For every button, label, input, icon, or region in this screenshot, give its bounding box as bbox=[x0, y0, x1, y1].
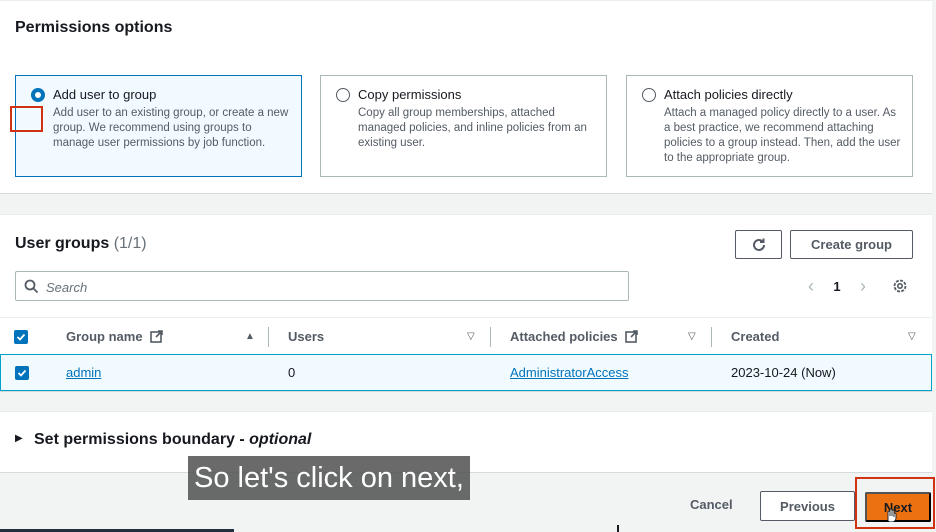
user-groups-title: User groups (1/1) bbox=[15, 235, 147, 253]
select-all-highlight-box bbox=[10, 106, 43, 132]
column-label: Attached policies bbox=[510, 329, 618, 344]
users-count: 0 bbox=[288, 365, 296, 380]
column-divider bbox=[490, 327, 491, 347]
user-groups-title-text: User groups bbox=[15, 235, 110, 252]
sort-icon[interactable]: ▽ bbox=[908, 318, 916, 356]
search-box[interactable] bbox=[15, 271, 629, 301]
select-all-checkbox[interactable] bbox=[14, 330, 28, 344]
option-label: Copy permissions bbox=[358, 87, 462, 102]
option-label: Add user to group bbox=[53, 87, 157, 102]
hand-cursor-icon bbox=[887, 508, 897, 522]
video-caption: So let's click on next, bbox=[188, 456, 470, 500]
chevron-right-icon[interactable]: › bbox=[855, 276, 871, 297]
sort-icon[interactable]: ▽ bbox=[467, 318, 475, 356]
search-icon bbox=[24, 279, 39, 294]
attached-policy-link[interactable]: AdministratorAccess bbox=[510, 355, 628, 390]
chevron-left-icon[interactable]: ‹ bbox=[803, 276, 819, 297]
optional-label: optional bbox=[249, 431, 312, 448]
table-header: Group name ▲ Users ▽ Attached policies ▽… bbox=[0, 317, 932, 355]
refresh-icon bbox=[752, 238, 765, 251]
sort-icon[interactable]: ▽ bbox=[688, 318, 696, 356]
group-name-link[interactable]: admin bbox=[66, 355, 101, 390]
check-icon bbox=[17, 369, 27, 377]
create-group-button[interactable]: Create group bbox=[790, 230, 913, 259]
boundary-title-text: Set permissions boundary - bbox=[34, 431, 250, 448]
caret-right-icon[interactable]: ▶ bbox=[15, 433, 23, 444]
external-link-icon bbox=[150, 330, 164, 343]
option-description: Copy all group memberships, attached man… bbox=[358, 107, 587, 149]
row-checkbox[interactable] bbox=[15, 366, 29, 380]
column-divider bbox=[268, 327, 269, 347]
user-groups-count: (1/1) bbox=[113, 235, 147, 252]
permissions-options-title: Permissions options bbox=[15, 19, 173, 36]
option-copy-permissions[interactable]: Copy permissions Copy all group membersh… bbox=[320, 75, 607, 177]
permissions-boundary-title[interactable]: Set permissions boundary - optional bbox=[34, 431, 311, 449]
search-input[interactable] bbox=[46, 278, 616, 296]
created-date: 2023-10-24 (Now) bbox=[731, 365, 836, 380]
column-header-created[interactable]: Created bbox=[731, 318, 779, 356]
column-divider bbox=[711, 327, 712, 347]
permissions-options-panel: Permissions options Add user to group Ad… bbox=[0, 0, 932, 194]
check-icon bbox=[16, 333, 26, 341]
radio-attach-policies-directly[interactable] bbox=[642, 88, 656, 102]
table-row[interactable]: admin 0 AdministratorAccess 2023-10-24 (… bbox=[0, 354, 932, 391]
column-header-attached-policies[interactable]: Attached policies bbox=[510, 318, 639, 356]
gear-icon[interactable] bbox=[891, 277, 909, 295]
pagination: ‹ 1 › bbox=[803, 275, 871, 297]
external-link-icon bbox=[625, 330, 639, 343]
option-add-user-to-group[interactable]: Add user to group Add user to an existin… bbox=[15, 75, 302, 177]
option-description: Add user to an existing group, or create… bbox=[53, 107, 289, 149]
column-header-users[interactable]: Users bbox=[288, 318, 324, 356]
column-label: Group name bbox=[66, 329, 143, 344]
column-header-group-name[interactable]: Group name bbox=[66, 318, 164, 356]
previous-button[interactable]: Previous bbox=[760, 491, 855, 521]
sort-ascending-icon[interactable]: ▲ bbox=[245, 318, 255, 356]
next-button[interactable]: Next bbox=[865, 492, 931, 522]
option-label: Attach policies directly bbox=[664, 87, 793, 102]
radio-add-user-to-group[interactable] bbox=[31, 88, 45, 102]
page-number[interactable]: 1 bbox=[819, 279, 855, 294]
radio-copy-permissions[interactable] bbox=[336, 88, 350, 102]
option-attach-policies-directly[interactable]: Attach policies directly Attach a manage… bbox=[626, 75, 913, 177]
cancel-button[interactable]: Cancel bbox=[690, 497, 733, 512]
scrub-marker bbox=[617, 525, 619, 532]
option-description: Attach a managed policy directly to a us… bbox=[664, 107, 901, 164]
refresh-button[interactable] bbox=[735, 230, 782, 259]
